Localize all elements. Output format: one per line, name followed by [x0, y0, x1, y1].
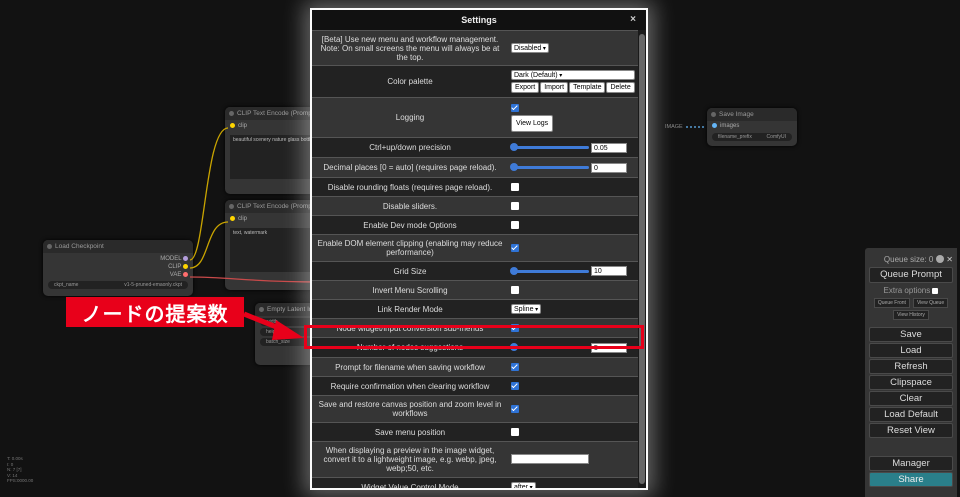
setting-row: Enable DOM element clipping (enabling ma…	[312, 234, 642, 262]
setting-row: [Beta] Use new menu and workflow managem…	[312, 30, 642, 66]
setting-row: Prompt for filename when saving workflow	[312, 357, 642, 377]
setting-row: Disable sliders.	[312, 196, 642, 216]
widget-control-mode-select[interactable]: after	[511, 482, 536, 488]
precision-slider[interactable]	[510, 143, 589, 151]
disable-rounding-checkbox[interactable]	[511, 183, 519, 192]
setting-label: Disable sliders.	[312, 196, 508, 216]
annotation-label: ノードの提案数	[66, 297, 244, 327]
new-menu-select[interactable]: Disabled	[511, 43, 549, 53]
save-button[interactable]: Save	[869, 327, 953, 342]
canvas-stats: T: 0.00s I: 0 N: 7 [7] V: 14 FPS:0000.00	[7, 456, 33, 484]
setting-row: Grid Size 10	[312, 261, 642, 281]
reset-view-button[interactable]: Reset View	[869, 423, 953, 438]
decimal-places-number-input[interactable]: 0	[591, 162, 627, 173]
setting-row: Save menu position	[312, 422, 642, 442]
settings-header: Settings ×	[312, 10, 646, 30]
clear-button[interactable]: Clear	[869, 391, 953, 406]
setting-row: When displaying a preview in the image w…	[312, 441, 642, 478]
setting-label: Enable DOM element clipping (enabling ma…	[312, 234, 508, 262]
share-button[interactable]: Share	[869, 472, 953, 487]
view-history-button[interactable]: View History	[893, 310, 929, 320]
view-logs-button[interactable]: View Logs	[511, 114, 554, 132]
setting-label: Color palette	[312, 65, 508, 98]
color-palette-select[interactable]: Dark (Default)	[511, 70, 635, 80]
close-menu-icon[interactable]: ✕	[946, 255, 953, 264]
setting-row: Invert Menu Scrolling	[312, 280, 642, 300]
template-palette-button[interactable]: Template	[569, 82, 606, 93]
setting-row: Color palette Dark (Default) ExportImpor…	[312, 65, 642, 98]
import-palette-button[interactable]: Import	[540, 82, 569, 93]
dom-clipping-checkbox[interactable]	[511, 244, 519, 253]
queue-size-label: Queue size: 0	[883, 254, 934, 264]
disable-sliders-checkbox[interactable]	[511, 202, 519, 211]
preview-format-input[interactable]	[511, 453, 589, 464]
setting-label: Invert Menu Scrolling	[312, 280, 508, 300]
setting-row: Link Render Mode Spline	[312, 299, 642, 319]
setting-row: Ctrl+up/down precision 0.05	[312, 137, 642, 158]
restore-canvas-checkbox[interactable]	[511, 405, 519, 414]
save-menu-position-checkbox[interactable]	[511, 428, 519, 437]
setting-row: Logging View Logs	[312, 97, 642, 138]
slider-knob[interactable]	[510, 143, 518, 151]
extra-options-label: Extra options	[883, 286, 931, 295]
settings-dialog: Settings × [Beta] Use new menu and workf…	[310, 8, 648, 490]
scrollbar-thumb[interactable]	[639, 34, 645, 484]
setting-row: Widget Value Control Mode after	[312, 477, 642, 488]
highlight-box	[304, 325, 644, 349]
precision-number-input[interactable]: 0.05	[591, 142, 627, 153]
confirm-clear-checkbox[interactable]	[511, 382, 519, 391]
link-render-mode-select[interactable]: Spline	[511, 304, 542, 314]
setting-row: Save and restore canvas position and zoo…	[312, 395, 642, 423]
queue-prompt-button[interactable]: Queue Prompt	[869, 267, 953, 283]
comfy-menu: Queue size: 0 ✕ Queue Prompt Extra optio…	[865, 248, 957, 497]
export-palette-button[interactable]: Export	[511, 82, 540, 93]
setting-label: Disable rounding floats (requires page r…	[312, 177, 508, 197]
stat-line: FPS:0000.00	[7, 478, 34, 483]
view-queue-button[interactable]: View Queue	[912, 298, 949, 308]
grid-size-slider[interactable]	[510, 266, 589, 275]
slider-knob[interactable]	[510, 163, 518, 171]
setting-label: Save menu position	[312, 422, 508, 442]
logging-checkbox[interactable]	[511, 104, 519, 113]
setting-label: Save and restore canvas position and zoo…	[312, 395, 508, 423]
setting-label: Logging	[312, 97, 508, 138]
settings-scrollbar[interactable]	[638, 30, 646, 488]
invert-scrolling-checkbox[interactable]	[511, 286, 519, 295]
grid-size-number-input[interactable]: 10	[591, 266, 627, 276]
queue-front-button[interactable]: Queue Front	[873, 298, 910, 308]
clipspace-button[interactable]: Clipspace	[869, 375, 953, 390]
dialog-title: Settings	[461, 15, 497, 25]
close-icon[interactable]: ×	[630, 14, 636, 25]
setting-label: Ctrl+up/down precision	[312, 137, 508, 158]
setting-row: Decimal places [0 = auto] (requires page…	[312, 157, 642, 178]
settings-gear-icon[interactable]	[936, 255, 945, 263]
slider-knob[interactable]	[510, 266, 518, 275]
extra-options-checkbox[interactable]	[932, 287, 939, 294]
load-default-button[interactable]: Load Default	[869, 407, 953, 422]
refresh-button[interactable]: Refresh	[869, 359, 953, 374]
setting-row: Require confirmation when clearing workf…	[312, 376, 642, 396]
delete-palette-button[interactable]: Delete	[606, 82, 635, 93]
setting-row: Enable Dev mode Options	[312, 215, 642, 235]
settings-table: [Beta] Use new menu and workflow managem…	[312, 30, 642, 488]
manager-button[interactable]: Manager	[869, 456, 953, 471]
setting-label: When displaying a preview in the image w…	[312, 441, 508, 478]
setting-label: Decimal places [0 = auto] (requires page…	[312, 157, 508, 178]
load-button[interactable]: Load	[869, 343, 953, 358]
setting-label: [Beta] Use new menu and workflow managem…	[312, 30, 508, 66]
setting-label: Enable Dev mode Options	[312, 215, 508, 235]
setting-row: Disable rounding floats (requires page r…	[312, 177, 642, 197]
setting-label: Require confirmation when clearing workf…	[312, 376, 508, 396]
setting-label: Link Render Mode	[312, 299, 508, 319]
setting-label: Grid Size	[312, 261, 508, 281]
dev-mode-checkbox[interactable]	[511, 221, 519, 230]
setting-label: Prompt for filename when saving workflow	[312, 357, 508, 377]
decimal-places-slider[interactable]	[510, 163, 589, 171]
setting-label: Widget Value Control Mode	[312, 477, 508, 488]
prompt-filename-checkbox[interactable]	[511, 363, 519, 372]
annotation-arrow-icon	[244, 311, 304, 340]
